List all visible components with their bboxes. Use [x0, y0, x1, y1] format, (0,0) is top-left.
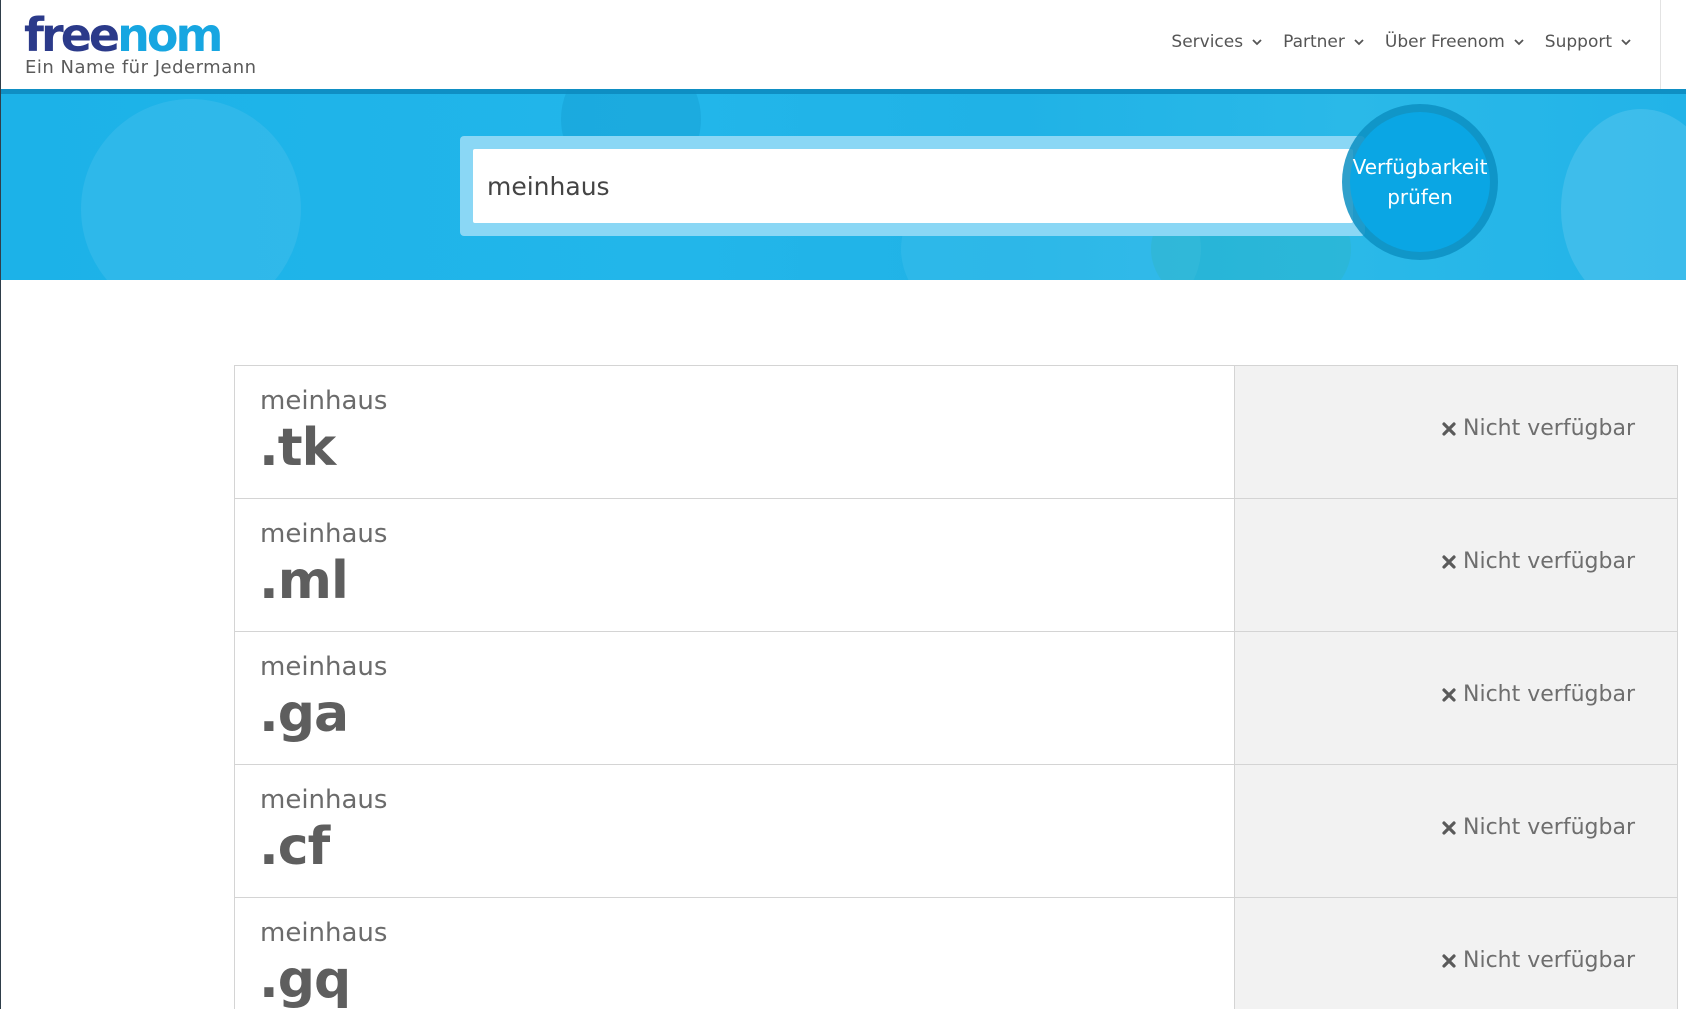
freenom-logo[interactable]: freenom: [24, 8, 223, 62]
nav-item-partner[interactable]: Partner: [1283, 32, 1365, 52]
result-name: meinhaus: [260, 519, 388, 549]
logo-free: free: [24, 8, 120, 62]
nav-label: Über Freenom: [1384, 32, 1505, 52]
status-label: Nicht verfügbar: [1463, 549, 1635, 574]
result-tld: .gq: [259, 950, 351, 1009]
status-unavailable: Nicht verfügbar: [1441, 815, 1635, 840]
result-tld: .ga: [259, 684, 349, 744]
status-unavailable: Nicht verfügbar: [1441, 549, 1635, 574]
result-domain: meinhaus .ml: [235, 499, 1235, 631]
status-unavailable: Nicht verfügbar: [1441, 682, 1635, 707]
nav-item-ueber-freenom[interactable]: Über Freenom: [1385, 32, 1525, 52]
site-header: freenom Ein Name für Jedermann Services …: [1, 0, 1660, 89]
result-status-cell: Nicht verfügbar: [1235, 632, 1677, 764]
result-domain: meinhaus .tk: [235, 366, 1235, 498]
tagline: Ein Name für Jedermann: [25, 57, 257, 78]
nav-label: Support: [1544, 32, 1612, 52]
result-name: meinhaus: [260, 386, 388, 416]
chevron-down-icon: [1621, 39, 1631, 46]
scrollbar-area: [1660, 0, 1686, 90]
result-status-cell: Nicht verfügbar: [1235, 898, 1677, 1009]
banner-top-line: [1, 89, 1686, 94]
result-domain: meinhaus .gq: [235, 898, 1235, 1009]
domain-search-input[interactable]: [473, 149, 1353, 223]
result-row: meinhaus .ml Nicht verfügbar: [235, 499, 1677, 632]
page: freenom Ein Name für Jedermann Services …: [0, 0, 1686, 1009]
banner-decoration: [1561, 109, 1686, 280]
status-label: Nicht verfügbar: [1463, 682, 1635, 707]
result-name: meinhaus: [260, 652, 388, 682]
close-icon: [1442, 687, 1456, 702]
result-domain: meinhaus .ga: [235, 632, 1235, 764]
result-status-cell: Nicht verfügbar: [1235, 366, 1677, 498]
chevron-down-icon: [1252, 39, 1262, 46]
nav-item-services[interactable]: Services: [1171, 32, 1263, 52]
close-icon: [1442, 421, 1456, 436]
result-domain: meinhaus .cf: [235, 765, 1235, 897]
nav-label: Services: [1171, 32, 1244, 52]
logo-nom: nom: [117, 8, 223, 62]
status-unavailable: Nicht verfügbar: [1441, 948, 1635, 973]
nav-label: Partner: [1283, 32, 1345, 52]
banner-decoration: [81, 99, 301, 280]
status-label: Nicht verfügbar: [1463, 815, 1635, 840]
result-row: meinhaus .gq Nicht verfügbar: [235, 898, 1677, 1009]
chevron-down-icon: [1514, 39, 1524, 46]
result-tld: .ml: [259, 551, 349, 611]
result-status-cell: Nicht verfügbar: [1235, 765, 1677, 897]
result-name: meinhaus: [260, 918, 388, 948]
check-button-line2: prüfen: [1387, 185, 1453, 209]
check-button-line1: Verfügbarkeit: [1352, 155, 1488, 179]
result-tld: .tk: [259, 418, 336, 478]
close-icon: [1442, 820, 1456, 835]
result-tld: .cf: [259, 817, 330, 877]
domain-results-list: meinhaus .tk Nicht verfügbar meinhaus .m…: [234, 365, 1678, 1009]
result-name: meinhaus: [260, 785, 388, 815]
result-row: meinhaus .cf Nicht verfügbar: [235, 765, 1677, 898]
nav-item-support[interactable]: Support: [1545, 32, 1632, 52]
chevron-down-icon: [1354, 39, 1364, 46]
status-label: Nicht verfügbar: [1463, 948, 1635, 973]
check-availability-button[interactable]: Verfügbarkeit prüfen: [1350, 112, 1490, 252]
result-row: meinhaus .tk Nicht verfügbar: [235, 366, 1677, 499]
main-nav: Services Partner Über Freenom Support: [1171, 32, 1632, 52]
status-unavailable: Nicht verfügbar: [1441, 416, 1635, 441]
result-row: meinhaus .ga Nicht verfügbar: [235, 632, 1677, 765]
close-icon: [1442, 953, 1456, 968]
close-icon: [1442, 554, 1456, 569]
result-status-cell: Nicht verfügbar: [1235, 499, 1677, 631]
status-label: Nicht verfügbar: [1463, 416, 1635, 441]
